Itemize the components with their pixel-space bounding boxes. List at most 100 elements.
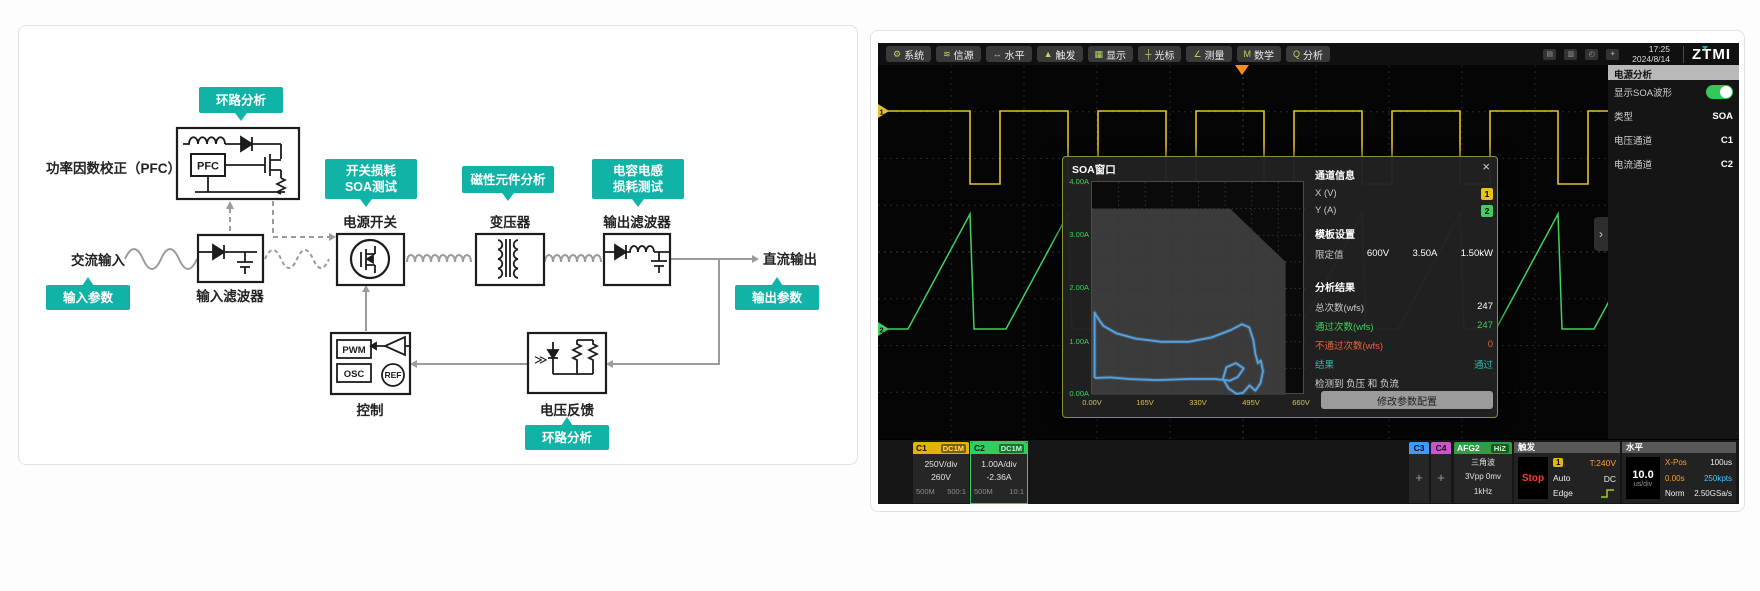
touch-icon[interactable]: ✦ bbox=[1606, 49, 1619, 60]
soa-y-tick: 1.00A bbox=[1063, 337, 1089, 346]
sidebar-collapse-chevron[interactable]: › bbox=[1594, 217, 1608, 251]
type-value: SOA bbox=[1712, 111, 1733, 122]
measure-angle-icon: ∠ bbox=[1193, 50, 1201, 59]
soa-plot bbox=[1091, 181, 1304, 394]
badge-cap-loss-line1: 电容电感 bbox=[613, 163, 664, 178]
menu-button-cursor[interactable]: ┼光标 bbox=[1138, 46, 1181, 62]
modify-params-button[interactable]: 修改参数配置 bbox=[1321, 391, 1493, 409]
soa-window-dialog: SOA窗口 × 4.00A 3.00A 2.00A 1.00A 0.00A 0.… bbox=[1062, 156, 1498, 418]
trigger-coupling: DC bbox=[1578, 474, 1616, 484]
xpos-value: 100us bbox=[1692, 458, 1732, 467]
c4-label: C4 bbox=[1436, 443, 1447, 453]
trigger-position-marker bbox=[1235, 65, 1249, 75]
acquire-mode: Norm bbox=[1665, 489, 1687, 498]
trigger-flag-icon: ▲ bbox=[1044, 50, 1053, 59]
channel-2-badge: 2 bbox=[1481, 205, 1493, 217]
pfc-title: 功率因数校正（PFC） bbox=[46, 160, 181, 176]
soa-x-tick: 165V bbox=[1130, 398, 1160, 407]
current-channel-value: C2 bbox=[1721, 159, 1733, 170]
c2-label: C2 bbox=[974, 443, 985, 453]
soa-y-tick: 3.00A bbox=[1063, 230, 1089, 239]
badge-loop-analysis-top-label: 环路分析 bbox=[216, 93, 267, 108]
sidebar-row-voltage-channel[interactable]: 电压通道 C1 bbox=[1608, 128, 1739, 152]
channel-c4-block[interactable]: C4 + bbox=[1431, 442, 1451, 503]
c3-add: + bbox=[1409, 454, 1429, 503]
screenshot-icon[interactable]: ▤ bbox=[1543, 49, 1556, 60]
smps-diagram-card: ≫ PFC PWM OSC REF 功率因数校正（PFC） 交流输入 输入滤波器… bbox=[18, 25, 858, 465]
record-length: 250kpts bbox=[1692, 474, 1732, 483]
afg2-block[interactable]: AFG2 HiZ 三角波 3Vpp 0mv 1kHz bbox=[1454, 442, 1512, 503]
c1-bandwidth: 500M bbox=[916, 486, 935, 497]
current-limit: 3.50A bbox=[1413, 248, 1438, 259]
feedback-label: 电压反馈 bbox=[540, 402, 594, 418]
output-filter-block bbox=[604, 234, 670, 285]
c2-scale: 1.00A/div bbox=[971, 458, 1027, 471]
soa-toggle[interactable] bbox=[1706, 85, 1733, 99]
c1-offset: 260V bbox=[913, 471, 969, 484]
coil-link-1 bbox=[407, 255, 471, 262]
soa-x-tick: 660V bbox=[1286, 398, 1316, 407]
menu-bar: ⚙系统 ≋信源 ↔水平 ▲触发 ▦显示 ┼光标 ∠测量 M数学 Q分析 ▤ ▥ … bbox=[878, 43, 1739, 65]
storage-icon[interactable]: ▥ bbox=[1564, 49, 1577, 60]
badge-cap-loss-line2: 损耗测试 bbox=[613, 179, 664, 194]
c2-bandwidth: 500M bbox=[974, 486, 993, 497]
c3-label: C3 bbox=[1414, 443, 1425, 453]
horizontal-section[interactable]: 水平 10.0 us/div X-Pos 0.00s Norm 100us 25… bbox=[1622, 442, 1736, 503]
menu-button-analysis[interactable]: Q分析 bbox=[1286, 46, 1330, 62]
date: 2024/8/14 bbox=[1632, 54, 1670, 64]
input-filter-label: 输入滤波器 bbox=[196, 288, 264, 304]
channel-1-badge: 1 bbox=[1481, 188, 1493, 200]
soa-x-tick: 0.00V bbox=[1077, 398, 1107, 407]
timebase-box: 10.0 us/div bbox=[1626, 457, 1660, 499]
channel-c2-block[interactable]: C2 DC1M 1.00A/div -2.36A 500M 10:1 bbox=[971, 442, 1027, 503]
horizontal-arrows-icon: ↔ bbox=[993, 50, 1002, 59]
sidebar-row-show-soa[interactable]: 显示SOA波形 bbox=[1608, 80, 1739, 104]
power-limit: 1.50kW bbox=[1461, 248, 1493, 259]
bottom-status-bar: C1 DC1M 250V/div 260V 500M 500:1 C2 DC1M… bbox=[878, 439, 1739, 504]
detection-note: 检测到 负压 和 负流 bbox=[1315, 373, 1493, 390]
pfc-chip-label: PFC bbox=[197, 161, 219, 173]
channel-c3-block[interactable]: C3 + bbox=[1409, 442, 1429, 503]
magnifier-icon: Q bbox=[1293, 50, 1300, 59]
trigger-section[interactable]: 触发 Stop 1 Auto Edge T:240V DC bbox=[1514, 442, 1620, 503]
fail-count-value: 0 bbox=[1488, 339, 1493, 350]
soa-template-region bbox=[1092, 209, 1286, 395]
input-filter-block bbox=[198, 235, 263, 282]
time: 17:25 bbox=[1632, 44, 1670, 54]
c2-offset: -2.36A bbox=[971, 471, 1027, 484]
pwm-label: PWM bbox=[342, 345, 365, 356]
soa-y-tick: 4.00A bbox=[1063, 177, 1089, 186]
menu-button-measure[interactable]: ∠测量 bbox=[1186, 46, 1231, 62]
osc-label: OSC bbox=[344, 369, 365, 380]
dashed-to-switch bbox=[273, 201, 329, 237]
transformer-label: 变压器 bbox=[490, 214, 531, 230]
total-count-label: 总次数(wfs) bbox=[1315, 300, 1364, 314]
chevron-right-icon: › bbox=[1599, 227, 1603, 241]
c2-coupling: DC1M bbox=[999, 444, 1024, 453]
rising-edge-icon bbox=[1600, 489, 1616, 498]
ac-sine-wave bbox=[125, 249, 197, 269]
channel-c1-block[interactable]: C1 DC1M 250V/div 260V 500M 500:1 bbox=[913, 442, 969, 503]
trigger-mode: Auto bbox=[1553, 473, 1573, 483]
optocoupler-icon: ≫ bbox=[534, 352, 548, 367]
timebase-unit: us/div bbox=[1634, 481, 1652, 488]
waveform-area: 1 2 SOA窗口 × 4.00A 3.00A 2.00A 1.00A 0.00A… bbox=[878, 65, 1608, 439]
pass-count-value: 247 bbox=[1477, 320, 1493, 331]
x-channel-label: X (V) bbox=[1315, 188, 1337, 199]
sidebar-row-type[interactable]: 类型 SOA bbox=[1608, 104, 1739, 128]
horizontal-position: 0.00s bbox=[1665, 474, 1687, 483]
menu-button-math[interactable]: M数学 bbox=[1237, 46, 1282, 62]
trigger-title: 触发 bbox=[1514, 442, 1620, 453]
menu-button-trigger[interactable]: ▲触发 bbox=[1037, 46, 1083, 62]
limit-label: 限定值 bbox=[1315, 247, 1344, 261]
afg2-frequency: 1kHz bbox=[1454, 485, 1512, 499]
type-label: 类型 bbox=[1614, 109, 1633, 123]
ac-input-label: 交流输入 bbox=[71, 252, 125, 268]
menu-button-source[interactable]: ≋信源 bbox=[936, 46, 981, 62]
coil-link-2 bbox=[545, 255, 601, 262]
network-icon[interactable]: ◴ bbox=[1585, 49, 1598, 60]
menu-button-system[interactable]: ⚙系统 bbox=[886, 46, 931, 62]
sidebar-row-current-channel[interactable]: 电流通道 C2 bbox=[1608, 152, 1739, 176]
menu-button-horizontal[interactable]: ↔水平 bbox=[986, 46, 1032, 62]
menu-button-display[interactable]: ▦显示 bbox=[1088, 46, 1134, 62]
